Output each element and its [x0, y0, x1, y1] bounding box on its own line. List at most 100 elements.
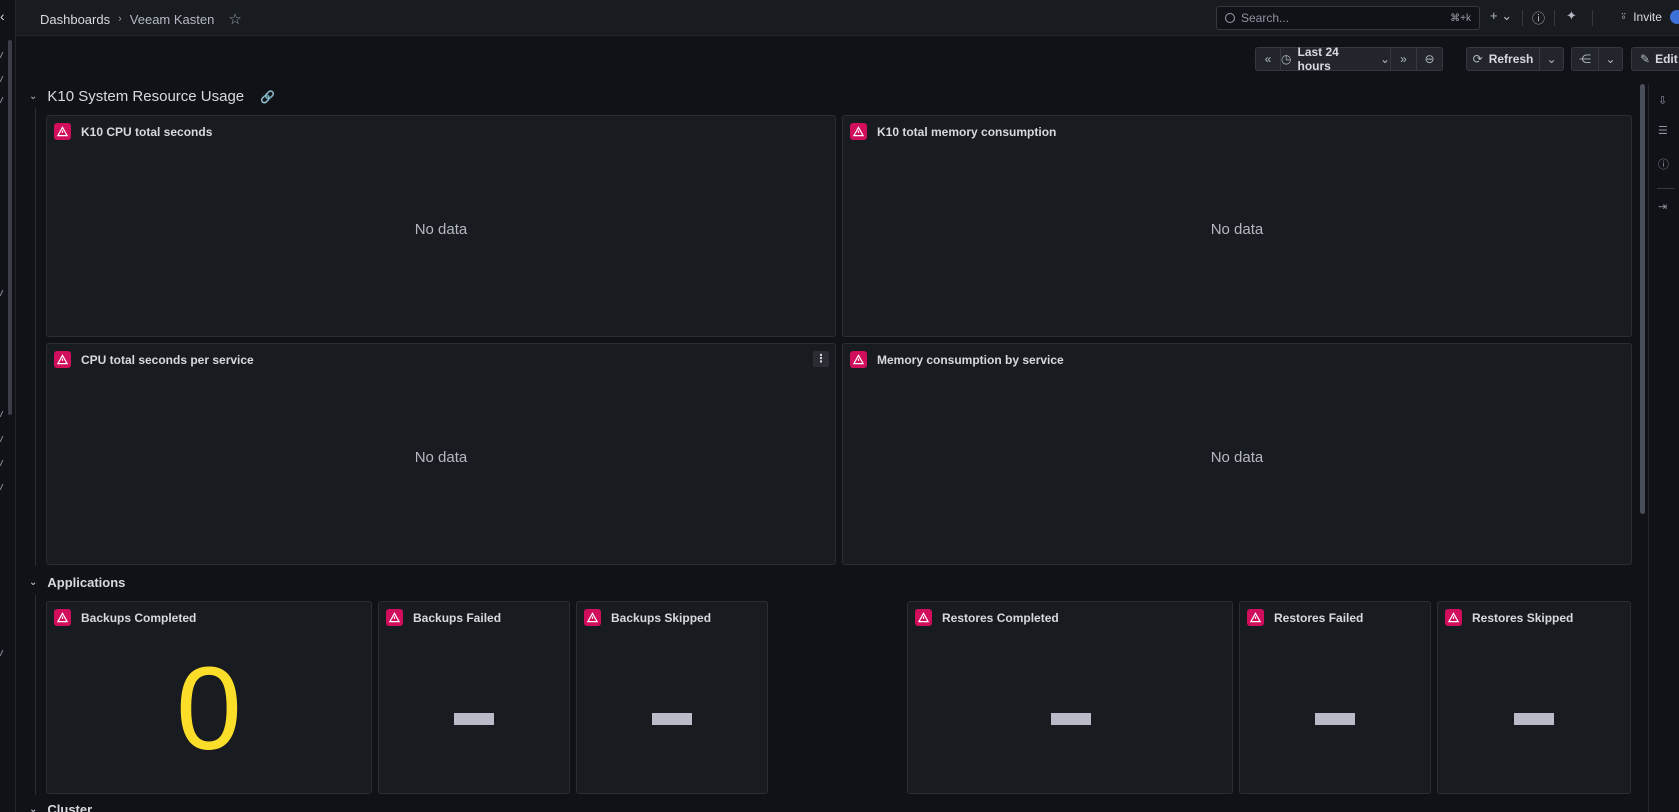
row-system-resource-usage[interactable]: ⌄ K10 System Resource Usage 🔗: [29, 88, 275, 105]
nav-scrollbar[interactable]: [8, 40, 12, 415]
warning-icon[interactable]: [1247, 609, 1264, 626]
panel-title: Memory consumption by service: [877, 352, 1064, 367]
panel-menu-icon[interactable]: ⋮: [813, 351, 829, 367]
time-controls: « ◷ Last 24 hours ⌄ » ⊖: [1255, 45, 1443, 73]
refresh-controls: ⟳ Refresh ⌄: [1466, 47, 1564, 71]
left-nav-strip: ‹: [0, 0, 16, 812]
empty-value-dash: [454, 713, 494, 725]
share-controls: ⋲ ⌄: [1571, 47, 1623, 71]
collapse-nav-icon[interactable]: ‹: [0, 8, 5, 24]
right-rail: ⇩ ☰ ⓘ ⇥: [1648, 84, 1679, 812]
row-guide-line: [35, 595, 36, 795]
chevron-down-icon: ⌄: [1546, 52, 1557, 66]
link-icon[interactable]: 🔗: [260, 90, 275, 104]
divider: [1554, 10, 1555, 26]
nav-item-marker: [0, 76, 6, 82]
invite-label: Invite: [1633, 9, 1662, 24]
row-title: Applications: [47, 575, 126, 590]
nav-item-marker: [0, 484, 6, 490]
panel-title: Restores Completed: [942, 610, 1059, 625]
warning-icon[interactable]: [1445, 609, 1462, 626]
chevrons-right-icon: »: [1400, 52, 1407, 66]
clock-icon: ◷: [1281, 52, 1292, 66]
share-dropdown[interactable]: ⌄: [1599, 47, 1623, 71]
time-back-button[interactable]: «: [1255, 47, 1281, 71]
panel-title: K10 CPU total seconds: [81, 124, 213, 139]
chevron-down-icon: ⌄: [29, 577, 38, 588]
empty-value-dash: [1315, 713, 1355, 725]
chevrons-left-icon: «: [1264, 52, 1272, 66]
panel-restores-failed[interactable]: Restores Failed: [1239, 601, 1431, 794]
nav-item-marker: [0, 52, 6, 58]
dashboard-scrollbar[interactable]: [1640, 84, 1645, 514]
panel-backups-completed[interactable]: Backups Completed 0: [46, 601, 372, 794]
breadcrumb-dashboards[interactable]: Dashboards: [40, 12, 110, 27]
chevron-down-icon: ⌄: [1605, 52, 1616, 66]
divider: [1592, 10, 1593, 26]
panel-cpu-per-service[interactable]: CPU total seconds per service ⋮ No data: [46, 343, 836, 565]
help-icon[interactable]: ⓘ: [1532, 8, 1545, 27]
avatar[interactable]: [1670, 10, 1679, 24]
star-icon[interactable]: ☆: [228, 10, 241, 28]
user-plus-icon: ⍤: [1620, 9, 1628, 23]
zoom-out-button[interactable]: ⊖: [1417, 47, 1443, 71]
stat-value: 0: [176, 643, 242, 775]
warning-icon[interactable]: [915, 609, 932, 626]
row-title: K10 System Resource Usage: [47, 88, 245, 105]
edit-button[interactable]: ✎ Edit: [1631, 47, 1679, 71]
refresh-label: Refresh: [1488, 52, 1534, 66]
warning-icon[interactable]: [584, 609, 601, 626]
warning-icon[interactable]: [54, 609, 71, 626]
chevron-down-icon: ⌄: [29, 804, 38, 812]
chevron-down-icon: ⌄: [1379, 52, 1390, 66]
row-applications[interactable]: ⌄ Applications: [29, 575, 125, 590]
refresh-button[interactable]: ⟳ Refresh: [1466, 47, 1540, 71]
panel-backups-failed[interactable]: Backups Failed: [378, 601, 570, 794]
search-shortcut: ⌘+k: [1450, 12, 1471, 24]
invite-button[interactable]: ⍤ Invite: [1620, 9, 1662, 24]
search-input[interactable]: Search... ⌘+k: [1216, 6, 1480, 30]
add-icon[interactable]: + ⌄: [1490, 8, 1512, 24]
warning-icon[interactable]: [54, 351, 71, 368]
nav-item-marker: [0, 411, 6, 417]
refresh-icon: ⟳: [1472, 52, 1483, 66]
no-data-message: No data: [1210, 221, 1264, 238]
refresh-interval-dropdown[interactable]: ⌄: [1540, 47, 1564, 71]
search-placeholder: Search...: [1241, 11, 1290, 25]
panel-title: Restores Skipped: [1472, 610, 1574, 625]
export-icon[interactable]: ⇩: [1658, 94, 1667, 107]
divider: [1657, 188, 1675, 189]
collapse-rail-icon[interactable]: ⇥: [1658, 200, 1667, 213]
top-bar: Dashboards › Veeam Kasten ☆ Search... ⌘+…: [16, 0, 1679, 36]
panel-restores-completed[interactable]: Restores Completed: [907, 601, 1233, 794]
time-forward-button[interactable]: »: [1391, 47, 1417, 71]
share-button[interactable]: ⋲: [1571, 47, 1599, 71]
warning-icon[interactable]: [850, 351, 867, 368]
panel-backups-skipped[interactable]: Backups Skipped: [576, 601, 768, 794]
chevron-down-icon: ⌄: [29, 91, 38, 102]
outline-icon[interactable]: ☰: [1658, 124, 1668, 137]
empty-value-dash: [1514, 713, 1554, 725]
breadcrumb-separator: ›: [118, 13, 122, 25]
panel-k10-total-memory[interactable]: K10 total memory consumption No data: [842, 115, 1632, 337]
time-picker-button[interactable]: ◷ Last 24 hours ⌄: [1281, 45, 1391, 73]
no-data-message: No data: [414, 449, 468, 466]
share-icon: ⋲: [1579, 52, 1591, 66]
breadcrumb-current: Veeam Kasten: [129, 11, 215, 27]
panel-memory-by-service[interactable]: Memory consumption by service No data: [842, 343, 1632, 565]
breadcrumb: Dashboards › Veeam Kasten ☆: [40, 10, 242, 28]
row-title: Cluster: [47, 802, 93, 812]
panel-restores-skipped[interactable]: Restores Skipped: [1437, 601, 1631, 794]
info-icon[interactable]: ⓘ: [1658, 156, 1669, 172]
warning-icon[interactable]: [54, 123, 71, 140]
panel-k10-cpu-total-seconds[interactable]: K10 CPU total seconds No data: [46, 115, 836, 337]
row-cluster[interactable]: ⌄ Cluster: [29, 802, 92, 812]
empty-value-dash: [652, 713, 692, 725]
assistant-icon[interactable]: ✦: [1566, 8, 1577, 24]
row-guide-line: [35, 108, 36, 566]
panel-title: K10 total memory consumption: [877, 124, 1057, 139]
nav-item-marker: [0, 650, 6, 656]
warning-icon[interactable]: [386, 609, 403, 626]
warning-icon[interactable]: [850, 123, 867, 140]
empty-value-dash: [1051, 713, 1091, 725]
